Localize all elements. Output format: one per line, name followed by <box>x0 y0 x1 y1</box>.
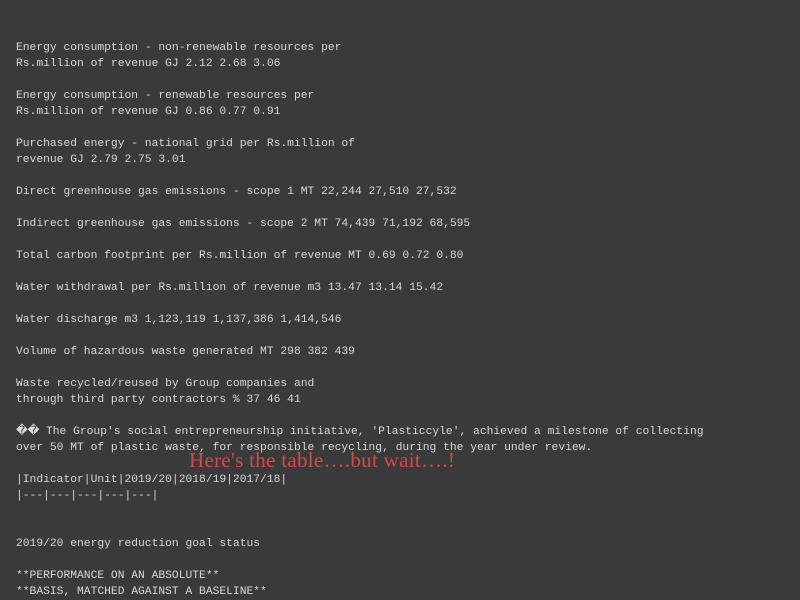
document-text: Energy consumption - non-renewable resou… <box>16 40 784 600</box>
extracted-text-page: Energy consumption - non-renewable resou… <box>0 0 800 600</box>
handwritten-annotation: Here's the table….but wait….! <box>189 452 455 468</box>
